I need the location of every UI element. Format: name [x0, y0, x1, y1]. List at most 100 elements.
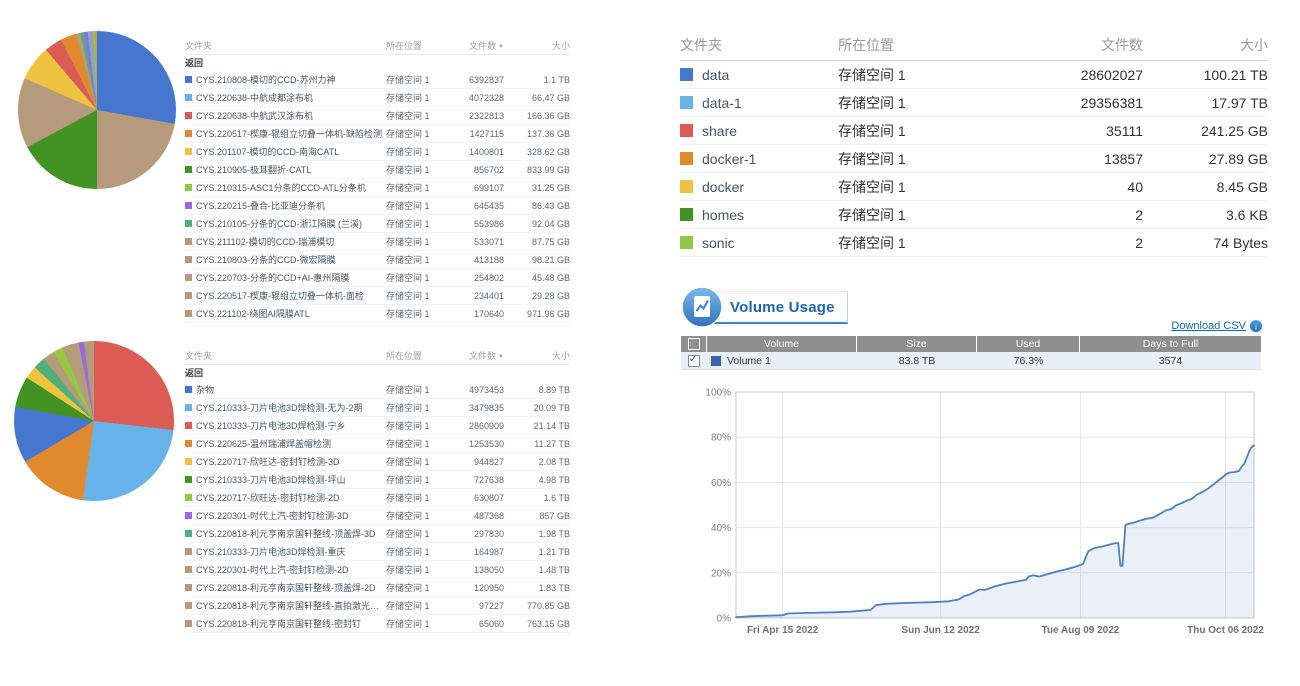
folder-name[interactable]: docker [702, 179, 744, 195]
folder-row[interactable]: CYS.220215-叠合-比亚迪分条机存储空间 164543586.43 GB [185, 197, 570, 215]
folder-row[interactable]: CYS.210315-ASC1分条的CCD-ATL分条机存储空间 1699107… [185, 179, 570, 197]
folder-name[interactable]: CYS.220638-中航武汉涂布机 [196, 109, 313, 122]
folder-name[interactable]: CYS.210905-极耳翻折-CATL [196, 163, 311, 176]
folder-name[interactable]: CYS.210333-刀片电池3D焊检测-无为-2期 [196, 401, 363, 414]
folder-name-cell: CYS.210333-刀片电池3D焊检测-宁乡 [185, 419, 386, 432]
column-header-count[interactable]: 文件数▼ [448, 39, 504, 52]
folder-name[interactable]: CYS.210333-刀片电池3D焊检测-坪山 [196, 473, 346, 486]
folder-row[interactable]: CYS.210105-分条的CCD-浙江隔膜 (兰溪)存储空间 15539869… [185, 215, 570, 233]
folder-row[interactable]: CYS.220625-温州瑞浦焊盖帽检测存储空间 1125353011.27 T… [185, 435, 570, 453]
folder-row[interactable]: CYS.220301-时代上汽-密封钉检测-2D存储空间 11380501.48… [185, 561, 570, 579]
folder-row[interactable]: docker-1存储空间 11385727.89 GB [680, 145, 1268, 173]
column-header-folder[interactable]: 文件夹 [680, 35, 838, 55]
folder-location: 存储空间 1 [386, 473, 448, 486]
folder-name[interactable]: share [702, 123, 737, 139]
column-header-folder[interactable]: 文件夹 [185, 349, 386, 362]
folder-name[interactable]: CYS.220517-楔康-辊组立切叠一体机-面检 [196, 289, 364, 302]
folder-name[interactable]: docker-1 [702, 151, 756, 167]
back-link[interactable]: 返回 [185, 365, 570, 381]
folder-row[interactable]: CYS.210333-刀片电池3D焊检测-无为-2期存储空间 134798352… [185, 399, 570, 417]
folder-row[interactable]: CYS.220703-分条的CCD+AI-惠州隔膜存储空间 125480245.… [185, 269, 570, 287]
folder-name[interactable]: CYS.220625-温州瑞浦焊盖帽检测 [196, 437, 331, 450]
volume-checkbox[interactable] [688, 355, 700, 367]
folder-location: 存储空间 1 [386, 217, 448, 230]
folder-row[interactable]: sonic存储空间 1274 Bytes [680, 229, 1268, 257]
folder-name[interactable]: CYS.211102-模切的CCD-瑞浦模切 [196, 235, 334, 248]
download-csv-link[interactable]: Download CSV ↓ [1171, 320, 1262, 332]
folder-name[interactable]: CYS.220717-欣旺达-密封钉检测-3D [196, 455, 340, 468]
folder-name-cell: data-1 [680, 95, 838, 111]
folder-name[interactable]: CYS.210105-分条的CCD-浙江隔膜 (兰溪) [196, 217, 362, 230]
legend-color-swatch [680, 124, 693, 137]
folder-name[interactable]: CYS.210315-ASC1分条的CCD-ATL分条机 [196, 181, 366, 194]
folder-row[interactable]: CYS.220818-利元亨南京国轩整线-直拍激光焊后-...存储空间 1972… [185, 597, 570, 615]
folder-row[interactable]: CYS.220818-利元亨南京国轩整线-密封钉存储空间 165060763.1… [185, 615, 570, 633]
folder-row[interactable]: CYS.220717-欣旺达-密封钉检测-3D存储空间 19448272.08 … [185, 453, 570, 471]
svg-text:20%: 20% [711, 568, 731, 579]
folder-row[interactable]: CYS.220818-利元亨南京国轩整线-顶盖焊-3D存储空间 12978301… [185, 525, 570, 543]
folder-row[interactable]: docker存储空间 1408.45 GB [680, 173, 1268, 201]
legend-color-swatch [680, 96, 693, 109]
column-header-count[interactable]: 文件数 [1008, 35, 1143, 55]
folder-row[interactable]: homes存储空间 123.6 KB [680, 201, 1268, 229]
folder-name[interactable]: CYS.221102-绕图AI隔膜ATL [196, 307, 310, 320]
column-header-count[interactable]: 文件数▼ [448, 349, 504, 362]
folder-name[interactable]: data [702, 67, 729, 83]
folder-row[interactable]: CYS.211102-模切的CCD-瑞浦模切存储空间 153307187.75 … [185, 233, 570, 251]
column-header-location[interactable]: 所在位置 [838, 35, 1008, 55]
column-header-location[interactable]: 所在位置 [386, 39, 448, 52]
column-header-size[interactable]: 大小 [504, 39, 570, 52]
back-link[interactable]: 返回 [185, 55, 570, 71]
folder-name[interactable]: CYS.220638-中航成都涂布机 [196, 91, 313, 104]
folder-name[interactable]: CYS.220703-分条的CCD+AI-惠州隔膜 [196, 271, 349, 284]
folder-name[interactable]: CYS.220301-时代上汽-密封钉检测-3D [196, 509, 349, 522]
folder-name[interactable]: CYS.220301-时代上汽-密封钉检测-2D [196, 563, 349, 576]
pie-chart-bottom [14, 341, 174, 501]
folder-file-count: 40 [1008, 179, 1143, 195]
folder-name[interactable]: CYS.220818-利元亨南京国轩整线-顶盖焊-2D [196, 581, 376, 594]
folder-name[interactable]: CYS.210808-模切的CCD-苏州力神 [196, 73, 336, 86]
folder-name[interactable]: CYS.210333-刀片电池3D焊检测-宁乡 [196, 419, 346, 432]
folder-row[interactable]: CYS.220517-楔康-辊组立切叠一体机-缺陷检测存储空间 11427115… [185, 125, 570, 143]
folder-name[interactable]: CYS.220818-利元亨南京国轩整线-密封钉 [196, 617, 361, 630]
folder-size: 1.1 TB [504, 75, 570, 85]
folder-name[interactable]: homes [702, 207, 744, 223]
folder-row[interactable]: CYS.210803-分条的CCD-微宏隔膜存储空间 141318898.21 … [185, 251, 570, 269]
folder-row[interactable]: CYS.220717-欣旺达-密封钉检测-2D存储空间 16308071.6 T… [185, 489, 570, 507]
column-header-size[interactable]: 大小 [504, 349, 570, 362]
folder-row[interactable]: CYS.220638-中航武汉涂布机存储空间 12322813166.36 GB [185, 107, 570, 125]
folder-name[interactable]: CYS.220215-叠合-比亚迪分条机 [196, 199, 325, 212]
folder-row[interactable]: CYS.220517-楔康-辊组立切叠一体机-面检存储空间 123440129.… [185, 287, 570, 305]
folder-row[interactable]: data存储空间 128602027100.21 TB [680, 61, 1268, 89]
folder-location: 存储空间 1 [386, 401, 448, 414]
column-header-folder[interactable]: 文件夹 [185, 39, 386, 52]
folder-name[interactable]: CYS.220818-利元亨南京国轩整线-直拍激光焊后-... [196, 599, 386, 612]
folder-name[interactable]: sonic [702, 235, 735, 251]
column-header-size[interactable]: 大小 [1143, 35, 1268, 55]
folder-row[interactable]: CYS.210905-极耳翻折-CATL存储空间 1856702833.99 G… [185, 161, 570, 179]
folder-row[interactable]: CYS.220638-中航成都涂布机存储空间 1407232866.47 GB [185, 89, 570, 107]
folder-row[interactable]: CYS.220301-时代上汽-密封钉检测-3D存储空间 1487368857 … [185, 507, 570, 525]
folder-file-count: 65060 [448, 619, 504, 629]
folder-name[interactable]: CYS.220517-楔康-辊组立切叠一体机-缺陷检测 [196, 127, 382, 140]
select-all-checkbox[interactable] [681, 336, 707, 352]
folder-row[interactable]: CYS.220818-利元亨南京国轩整线-顶盖焊-2D存储空间 11209501… [185, 579, 570, 597]
folder-row[interactable]: CYS.210333-刀片电池3D焊检测-宁乡存储空间 1286090921.1… [185, 417, 570, 435]
folder-name[interactable]: CYS.201107-模切的CCD-南海CATL [196, 145, 339, 158]
folder-name[interactable]: CYS.220717-欣旺达-密封钉检测-2D [196, 491, 340, 504]
folder-name[interactable]: CYS.220818-利元亨南京国轩整线-顶盖焊-3D [196, 527, 376, 540]
folder-row[interactable]: share存储空间 135111241.25 GB [680, 117, 1268, 145]
folder-row[interactable]: CYS.201107-模切的CCD-南海CATL存储空间 11400801328… [185, 143, 570, 161]
folder-row[interactable]: data-1存储空间 12935638117.97 TB [680, 89, 1268, 117]
folder-row[interactable]: CYS.210808-模切的CCD-苏州力神存储空间 163928371.1 T… [185, 71, 570, 89]
folder-row[interactable]: CYS.221102-绕图AI隔膜ATL存储空间 1170640971.96 G… [185, 305, 570, 323]
column-header-location[interactable]: 所在位置 [386, 349, 448, 362]
folder-row[interactable]: CYS.210333-刀片电池3D焊检测-重庆存储空间 11649871.21 … [185, 543, 570, 561]
folder-name[interactable]: CYS.210803-分条的CCD-微宏隔膜 [196, 253, 336, 266]
folder-row[interactable]: 杂物存储空间 149734538.89 TB [185, 381, 570, 399]
folder-location: 存储空间 1 [386, 91, 448, 104]
folder-row[interactable]: CYS.210333-刀片电池3D焊检测-坪山存储空间 17276384.98 … [185, 471, 570, 489]
folder-name[interactable]: data-1 [702, 95, 742, 111]
folder-name[interactable]: CYS.210333-刀片电池3D焊检测-重庆 [196, 545, 346, 558]
folder-name[interactable]: 杂物 [196, 383, 214, 396]
